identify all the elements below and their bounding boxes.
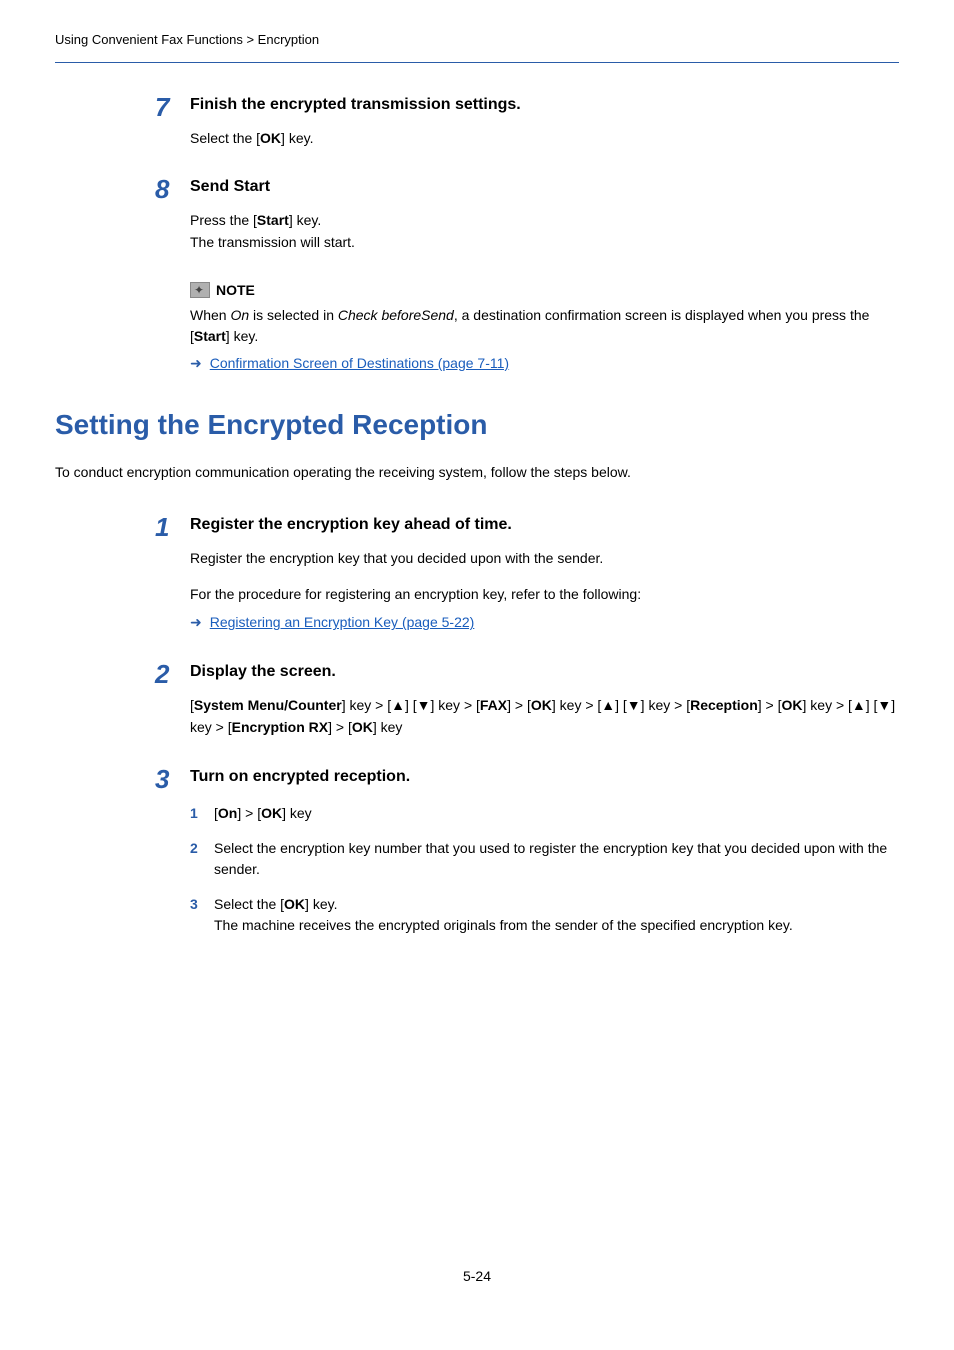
rstep1-title: Register the encryption key ahead of tim… xyxy=(190,513,899,537)
note-label: NOTE xyxy=(216,280,255,301)
text: ] key xyxy=(373,719,403,735)
step-7-body: Select the [OK] key. xyxy=(190,127,899,149)
reception-step-2: 2 Display the screen. [System Menu/Count… xyxy=(190,660,899,739)
text-bold: OK xyxy=(261,805,282,821)
text: ] key. xyxy=(305,896,337,912)
text: ] key > [▲] [▼] key > [ xyxy=(342,697,480,713)
text: Register the encryption key that you dec… xyxy=(190,547,899,569)
text: Press the [ xyxy=(190,212,257,228)
step-number-3: 3 xyxy=(155,760,169,799)
step-7-title: Finish the encrypted transmission settin… xyxy=(190,93,899,117)
sub-step-num: 1 xyxy=(190,803,198,824)
text-bold: OK xyxy=(284,896,305,912)
link-row: ➜ Confirmation Screen of Destinations (p… xyxy=(190,353,899,374)
rstep3-title: Turn on encrypted reception. xyxy=(190,765,899,789)
text-bold: Start xyxy=(257,212,289,228)
text-bold: On xyxy=(218,805,237,821)
text: ] key. xyxy=(281,130,313,146)
rstep2-body: [System Menu/Counter] key > [▲] [▼] key … xyxy=(190,694,899,739)
text-bold: OK xyxy=(782,697,803,713)
text-bold: OK xyxy=(531,697,552,713)
text: Select the [ xyxy=(214,896,284,912)
reception-step-1: 1 Register the encryption key ahead of t… xyxy=(190,513,899,634)
text: ] > [ xyxy=(507,697,531,713)
section-intro: To conduct encryption communication oper… xyxy=(55,462,899,483)
text: ] key. xyxy=(289,212,321,228)
note-box: NOTE When On is selected in Check before… xyxy=(190,280,899,374)
section-heading: Setting the Encrypted Reception xyxy=(55,404,899,446)
step-8-body: Press the [Start] key. The transmission … xyxy=(190,209,899,254)
step-number-8: 8 xyxy=(155,170,169,209)
registering-key-link[interactable]: Registering an Encryption Key (page 5-22… xyxy=(210,611,475,633)
text: The transmission will start. xyxy=(190,231,899,253)
sub-step-num: 3 xyxy=(190,894,198,915)
text-bold: OK xyxy=(260,130,281,146)
step-number-1: 1 xyxy=(155,508,169,547)
note-header: NOTE xyxy=(190,280,899,301)
text: Select the [ xyxy=(190,130,260,146)
text: ] > [ xyxy=(758,697,782,713)
text-bold: Encryption RX xyxy=(232,719,328,735)
step-7: 7 Finish the encrypted transmission sett… xyxy=(190,93,899,149)
step-number-2: 2 xyxy=(155,655,169,694)
text-bold: FAX xyxy=(480,697,507,713)
text: Select the encryption key number that yo… xyxy=(214,840,887,877)
text: ] key > [▲] [▼] key > [ xyxy=(552,697,690,713)
text-italic: On xyxy=(230,307,249,323)
page-number: 5-24 xyxy=(55,1266,899,1287)
text: When xyxy=(190,307,230,323)
sub-step-num: 2 xyxy=(190,838,198,859)
text: ] key xyxy=(282,805,312,821)
breadcrumb: Using Convenient Fax Functions > Encrypt… xyxy=(55,30,899,63)
text: ] > [ xyxy=(328,719,352,735)
text-bold: OK xyxy=(352,719,373,735)
reception-step-3: 3 Turn on encrypted reception. 1 [On] > … xyxy=(190,765,899,936)
rstep1-body: Register the encryption key that you dec… xyxy=(190,547,899,634)
link-row: ➜ Registering an Encryption Key (page 5-… xyxy=(190,611,899,633)
sub-step-2: 2 Select the encryption key number that … xyxy=(190,838,899,880)
text: The machine receives the encrypted origi… xyxy=(214,915,899,936)
text-bold: Start xyxy=(194,328,226,344)
step-8-title: Send Start xyxy=(190,175,899,199)
text-bold: System Menu/Counter xyxy=(194,697,342,713)
text: is selected in xyxy=(249,307,338,323)
note-text: When On is selected in Check beforeSend,… xyxy=(190,305,899,347)
note-icon xyxy=(190,282,210,298)
text: ] key. xyxy=(226,328,258,344)
arrow-icon: ➜ xyxy=(190,353,202,374)
step-number-7: 7 xyxy=(155,88,169,127)
text: ] > [ xyxy=(237,805,261,821)
text: For the procedure for registering an enc… xyxy=(190,583,899,605)
text-italic: Check beforeSend xyxy=(338,307,454,323)
step-8: 8 Send Start Press the [Start] key. The … xyxy=(190,175,899,254)
text-bold: Reception xyxy=(690,697,758,713)
arrow-icon: ➜ xyxy=(190,611,202,633)
confirmation-link[interactable]: Confirmation Screen of Destinations (pag… xyxy=(210,353,509,374)
sub-step-1: 1 [On] > [OK] key xyxy=(190,803,899,824)
sub-step-list: 1 [On] > [OK] key 2 Select the encryptio… xyxy=(190,803,899,936)
rstep2-title: Display the screen. xyxy=(190,660,899,684)
sub-step-3: 3 Select the [OK] key. The machine recei… xyxy=(190,894,899,936)
